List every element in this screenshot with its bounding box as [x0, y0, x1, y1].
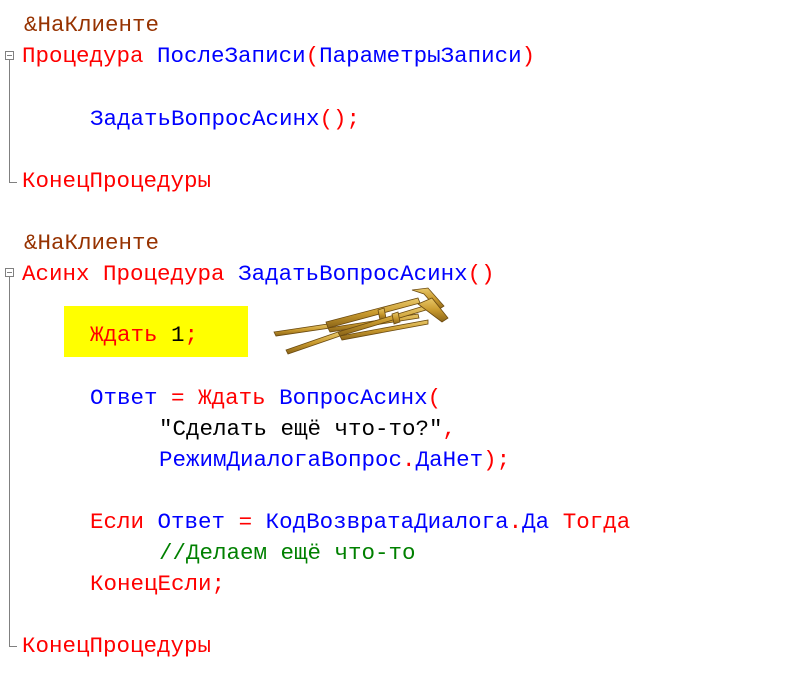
call-parens: ();: [319, 106, 361, 132]
end-proc-1: КонецПроцедуры: [22, 168, 211, 194]
return-code-value: Да: [522, 509, 550, 535]
fold-toggle-1[interactable]: [5, 51, 14, 60]
directive-line-1: &НаКлиенте: [24, 12, 159, 38]
proc-keyword: Процедура: [22, 43, 144, 69]
proc-name: ПослеЗаписи: [157, 43, 306, 69]
close-paren: ): [521, 43, 536, 69]
dialog-mode-line: РежимДиалогаВопрос.ДаНет);: [159, 447, 510, 473]
proc-keyword: Процедура: [103, 261, 225, 287]
dialog-mode-value: ДаНет: [415, 447, 484, 473]
then-keyword: Тогда: [562, 509, 631, 535]
if-eq: =: [238, 509, 253, 535]
endif-keyword: КонецЕсли;: [90, 571, 226, 597]
comma: ,: [442, 416, 457, 442]
end-proc-2: КонецПроцедуры: [22, 633, 211, 659]
question-text: "Сделать ещё что-то?": [159, 416, 443, 442]
dialog-mode: РежимДиалогаВопрос: [159, 447, 403, 473]
fold-line-2: [9, 277, 10, 646]
async-keyword: Асинх: [22, 261, 90, 287]
question-func: ВопросАсинх: [279, 385, 428, 411]
wait-keyword: Ждать: [90, 322, 158, 348]
answer-line: Ответ = Ждать ВопросАсинх(: [90, 385, 441, 411]
if-line: Если Ответ = КодВозвратаДиалога.Да Тогда: [90, 509, 630, 535]
dot-1: .: [402, 447, 416, 473]
wait-value: 1: [171, 322, 185, 348]
directive: &НаКлиенте: [24, 230, 160, 256]
question-open: (: [427, 385, 442, 411]
call-name: ЗадатьВопросАсинх: [90, 106, 320, 132]
wait-semicolon: ;: [184, 322, 199, 348]
question-close: );: [483, 447, 511, 473]
end-keyword: КонецПроцедуры: [22, 633, 212, 659]
fold-toggle-2[interactable]: [5, 268, 14, 277]
proc-declaration-1: Процедура ПослеЗаписи(ПараметрыЗаписи): [22, 43, 535, 69]
crutches-icon: [273, 287, 449, 355]
wait-keyword-2: Ждать: [198, 385, 266, 411]
fold-line-1: [9, 60, 10, 182]
question-text-line: "Сделать ещё что-то?",: [159, 416, 456, 442]
assign-op: =: [171, 385, 185, 411]
proc-parens: (): [467, 261, 495, 287]
wait-line: Ждать 1;: [90, 322, 198, 348]
comment: //Делаем ещё что-то: [159, 540, 416, 566]
call-line: ЗадатьВопросАсинх();: [90, 106, 360, 132]
fold-end-2: [9, 646, 17, 647]
endif-line: КонецЕсли;: [90, 571, 225, 597]
directive: &НаКлиенте: [24, 12, 160, 38]
answer-var: Ответ: [90, 385, 158, 411]
return-code: КодВозвратаДиалога: [265, 509, 509, 535]
if-keyword: Если: [90, 509, 145, 535]
open-paren: (: [305, 43, 320, 69]
if-var: Ответ: [157, 509, 226, 535]
dot-2: .: [508, 509, 523, 535]
directive-line-2: &НаКлиенте: [24, 230, 159, 256]
fold-end-1: [9, 182, 17, 183]
comment-line: //Делаем ещё что-то: [159, 540, 416, 566]
end-keyword: КонецПроцедуры: [22, 168, 212, 194]
param-name: ПараметрыЗаписи: [319, 43, 522, 69]
